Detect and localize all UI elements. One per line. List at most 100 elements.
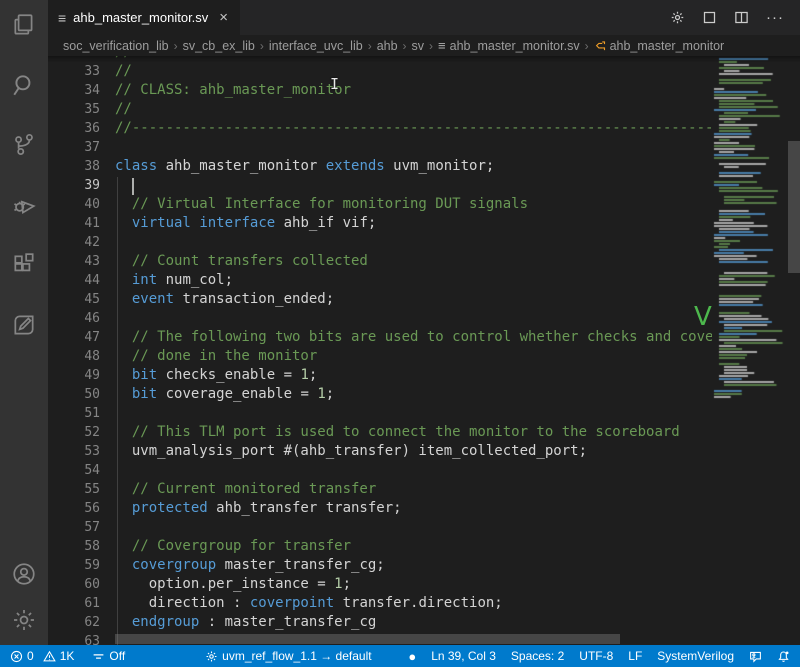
breadcrumb-item[interactable]: sv_cb_ex_lib [183,39,255,53]
line-number[interactable]: 48 [48,347,100,366]
breadcrumb-symbol[interactable]: ahb_master_monitor [610,39,725,53]
code-line[interactable]: 42 [48,233,712,252]
vertical-scrollbar[interactable] [788,56,800,645]
line-number[interactable]: 36 [48,119,100,138]
line-number[interactable]: 55 [48,480,100,499]
split-editor-icon[interactable] [734,10,749,25]
line-number[interactable]: 56 [48,499,100,518]
more-actions-icon[interactable]: ··· [766,9,784,26]
line-number[interactable]: 42 [48,233,100,252]
code-line[interactable]: 34// CLASS: ahb_master_monitor [48,81,712,100]
code-line[interactable]: 49 bit checks_enable = 1; [48,366,712,385]
line-number[interactable]: 62 [48,613,100,632]
breadcrumb-file[interactable]: ahb_master_monitor.sv [450,39,580,53]
line-number[interactable]: 50 [48,385,100,404]
code-line[interactable]: 53 uvm_analysis_port #(ahb_transfer) ite… [48,442,712,461]
code-line[interactable]: 44 int num_col; [48,271,712,290]
breadcrumb-item[interactable]: interface_uvc_lib [269,39,363,53]
line-number[interactable]: 43 [48,252,100,271]
status-bar: 0 1K Off uvm_ref_flow_1.1 → default ● Ln… [0,645,800,667]
breadcrumb-item[interactable]: soc_verification_lib [63,39,169,53]
build-config-status[interactable]: uvm_ref_flow_1.1 → default [205,649,371,663]
breadcrumb-item[interactable]: ahb [377,39,398,53]
line-number[interactable]: 53 [48,442,100,461]
code-line[interactable]: 38class ahb_master_monitor extends uvm_m… [48,157,712,176]
code-line[interactable]: 36//------------------------------------… [48,119,712,138]
eol-status[interactable]: LF [628,649,642,663]
line-number[interactable]: 33 [48,62,100,81]
horizontal-scrollbar[interactable] [115,634,620,644]
line-number[interactable]: 59 [48,556,100,575]
line-number[interactable]: 37 [48,138,100,157]
code-line[interactable]: 40 // Virtual Interface for monitoring D… [48,195,712,214]
line-number[interactable]: 58 [48,537,100,556]
line-number[interactable]: 41 [48,214,100,233]
code-line[interactable]: 50 bit coverage_enable = 1; [48,385,712,404]
files-icon[interactable] [11,12,37,38]
source-control-icon[interactable] [11,132,37,158]
line-number[interactable]: 47 [48,328,100,347]
code-line[interactable]: 46 [48,309,712,328]
line-number[interactable]: 34 [48,81,100,100]
code-line[interactable]: 51 [48,404,712,423]
line-number[interactable]: 38 [48,157,100,176]
code-line[interactable]: 54 [48,461,712,480]
run-debug-icon[interactable] [11,192,37,218]
search-icon[interactable] [11,72,37,98]
line-number[interactable]: 40 [48,195,100,214]
line-number[interactable]: 49 [48,366,100,385]
line-number[interactable]: 63 [48,632,100,645]
code-line[interactable]: 58 // Covergroup for transfer [48,537,712,556]
code-line[interactable]: 45 event transaction_ended; [48,290,712,309]
code-line[interactable]: 62 endgroup : master_transfer_cg [48,613,712,632]
vertical-scrollbar-thumb[interactable] [788,141,800,273]
encoding-status[interactable]: UTF-8 [579,649,613,663]
code-line[interactable]: 33// [48,62,712,81]
breadcrumb-item[interactable]: sv [412,39,425,53]
line-number[interactable]: 51 [48,404,100,423]
minimap[interactable] [712,56,788,645]
code-line[interactable]: 37 [48,138,712,157]
notebook-pencil-icon[interactable] [11,312,37,338]
problems-status[interactable]: 0 1K [10,649,74,663]
feedback-icon[interactable] [749,650,762,663]
code-line[interactable]: 56 protected ahb_transfer transfer; [48,499,712,518]
account-icon[interactable] [11,561,37,587]
line-number[interactable]: 52 [48,423,100,442]
code-line[interactable]: 61 direction : coverpoint transfer.direc… [48,594,712,613]
line-number[interactable]: 39 [48,176,100,195]
code-line[interactable]: 57 [48,518,712,537]
extensions-icon[interactable] [11,252,37,278]
line-col-status[interactable]: Ln 39, Col 3 [431,649,496,663]
fade-off-status[interactable]: Off [92,649,125,663]
line-number[interactable]: 45 [48,290,100,309]
code-line[interactable]: 55 // Current monitored transfer [48,480,712,499]
settings-gear-icon[interactable] [11,607,37,633]
tab-ahb-master-monitor[interactable]: ≡ ahb_master_monitor.sv × [48,0,240,35]
code-line[interactable]: 35// [48,100,712,119]
code-line[interactable]: 39 [48,176,712,195]
code-line[interactable]: 41 virtual interface ahb_if vif; [48,214,712,233]
code-line[interactable]: 60 option.per_instance = 1; [48,575,712,594]
indentation-status[interactable]: Spaces: 2 [511,649,564,663]
editor[interactable]: 32//33//34// CLASS: ahb_master_monitor35… [48,56,800,645]
code-line[interactable]: 48 // done in the monitor [48,347,712,366]
code-line[interactable]: 47 // The following two bits are used to… [48,328,712,347]
code-line[interactable]: 59 covergroup master_transfer_cg; [48,556,712,575]
line-number[interactable]: 54 [48,461,100,480]
gear-icon[interactable] [670,10,685,25]
line-number[interactable]: 44 [48,271,100,290]
language-mode-status[interactable]: SystemVerilog [657,649,734,663]
layout-icon[interactable] [702,10,717,25]
line-number[interactable]: 60 [48,575,100,594]
record-circle-icon[interactable]: ● [408,650,416,663]
code-line[interactable]: 43 // Count transfers collected [48,252,712,271]
line-number[interactable]: 35 [48,100,100,119]
line-number[interactable]: 57 [48,518,100,537]
line-number[interactable]: 46 [48,309,100,328]
code-line[interactable]: 52 // This TLM port is used to connect t… [48,423,712,442]
horizontal-scrollbar-thumb[interactable] [115,634,620,644]
bell-icon[interactable] [777,650,790,663]
tab-close-icon[interactable]: × [219,9,228,26]
line-number[interactable]: 61 [48,594,100,613]
